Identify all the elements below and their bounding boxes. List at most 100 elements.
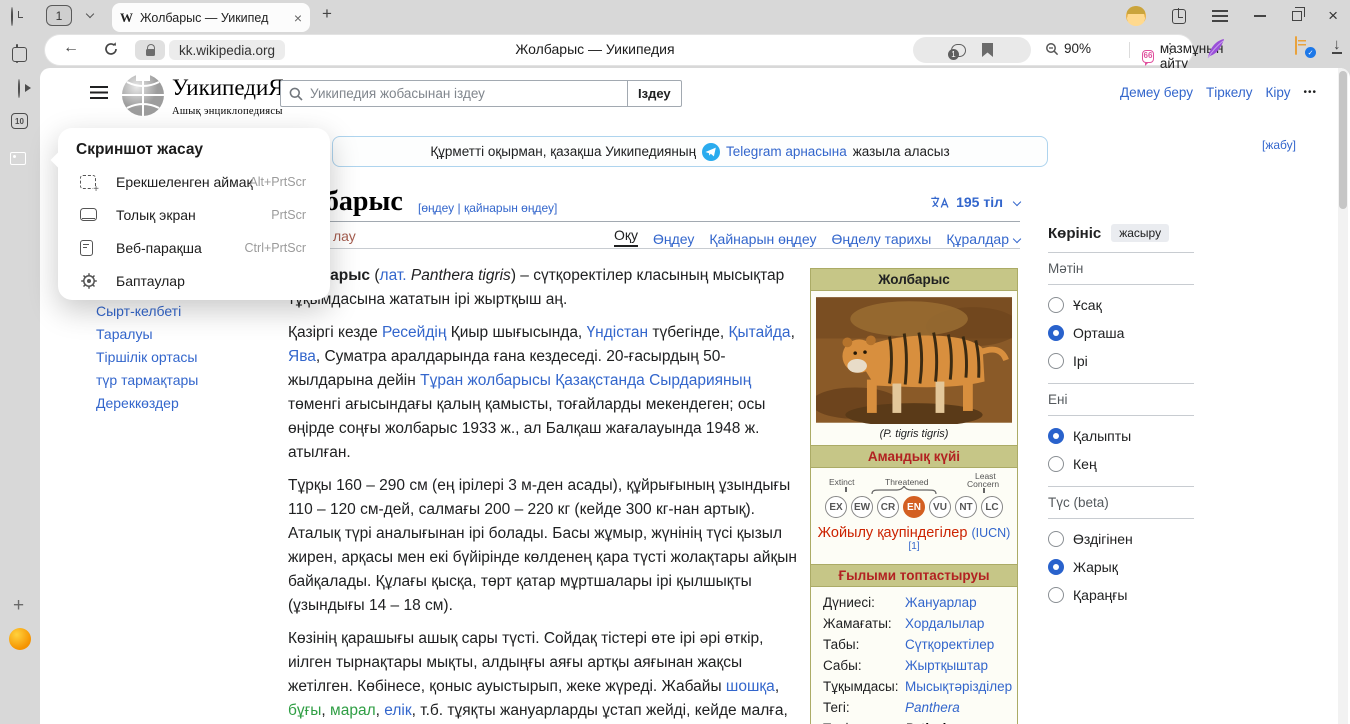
- status-text[interactable]: Жойылу қаупіндегілер: [818, 525, 968, 541]
- tab-counter-button[interactable]: 1: [46, 5, 72, 26]
- tiger-photo[interactable]: [816, 296, 1012, 424]
- radio-icon[interactable]: [1048, 456, 1064, 472]
- taxon-link[interactable]: Panthera: [905, 697, 960, 718]
- toc-item[interactable]: Дереккөздер: [96, 392, 271, 414]
- radio-width-wide[interactable]: Кең: [1048, 456, 1194, 472]
- taxon-link[interactable]: Хордалылар: [905, 613, 984, 634]
- wiki-link[interactable]: Қытайда: [729, 324, 791, 341]
- wiki-menu-icon[interactable]: [90, 86, 108, 99]
- radio-text-small[interactable]: Ұсақ: [1048, 297, 1194, 313]
- reload-icon[interactable]: [103, 41, 119, 57]
- wiki-link[interactable]: елік: [384, 702, 411, 719]
- tabs-panel-icon[interactable]: [16, 44, 18, 63]
- toc-item[interactable]: Сырт-келбеті: [96, 300, 271, 322]
- minimize-button[interactable]: [1254, 15, 1266, 17]
- wiki-link[interactable]: Сырдарияның: [649, 372, 751, 389]
- wiki-link[interactable]: Ресейдің: [382, 324, 446, 341]
- scrollbar-thumb[interactable]: [1339, 71, 1347, 209]
- side-panels-icon[interactable]: [1172, 9, 1186, 24]
- telegram-channel-link[interactable]: Telegram арнасына: [726, 144, 847, 159]
- zoom-control[interactable]: 90%: [1045, 41, 1091, 56]
- wiki-link[interactable]: Үндістан: [587, 324, 649, 341]
- taxon-link[interactable]: Сүтқоректілер: [905, 634, 994, 655]
- wiki-search-box[interactable]: [280, 80, 628, 107]
- wiki-link[interactable]: Тұран жолбарысы: [420, 372, 551, 389]
- document-extension-icon[interactable]: ✓: [1295, 36, 1297, 55]
- history-icon[interactable]: [11, 7, 13, 26]
- radio-icon[interactable]: [1048, 531, 1064, 547]
- page-scrollbar[interactable]: [1338, 68, 1348, 724]
- taxon-link[interactable]: Жыртқыштар: [905, 655, 988, 676]
- wiki-link[interactable]: Қазақстанда: [555, 372, 645, 389]
- banner-close-link[interactable]: [жабу]: [1262, 138, 1296, 152]
- radio-width-standard[interactable]: Қалыпты: [1048, 428, 1194, 444]
- iucn-link[interactable]: (IUCN): [971, 526, 1010, 540]
- radio-icon[interactable]: [1048, 297, 1064, 313]
- tab-edit[interactable]: Өңдеу: [653, 231, 694, 247]
- radio-icon[interactable]: [1048, 325, 1064, 341]
- video-service-icon[interactable]: [18, 79, 20, 98]
- wiki-link[interactable]: лат.: [380, 267, 407, 284]
- restore-window-button[interactable]: [1292, 11, 1302, 21]
- hidden-link-fragment[interactable]: лау: [333, 228, 356, 244]
- radio-icon[interactable]: [1048, 587, 1064, 603]
- title-edit-links[interactable]: [өңдеу | қайнарын өңдеу]: [418, 201, 557, 215]
- header-more-icon[interactable]: •••: [1303, 87, 1317, 98]
- browser-menu-icon[interactable]: [1212, 10, 1228, 22]
- wikipedia-globe-logo[interactable]: [120, 72, 166, 118]
- radio-text-large[interactable]: Ірі: [1048, 353, 1194, 369]
- downloads-icon[interactable]: ↓: [1332, 37, 1342, 54]
- menu-item-capture-area[interactable]: Ерекшеленген аймақ Alt+PrtScr: [58, 165, 330, 198]
- radio-icon[interactable]: [1048, 559, 1064, 575]
- address-bar-more-icon[interactable]: ⋮: [1163, 40, 1177, 57]
- toc-item[interactable]: Таралуы: [96, 323, 271, 345]
- yandex-service-icon[interactable]: [9, 628, 31, 650]
- iucn-badge-nt: NT: [955, 496, 977, 518]
- wiki-link[interactable]: бұғы: [288, 702, 321, 719]
- tab-edit-source[interactable]: Қайнарын өңдеу: [709, 231, 816, 247]
- wiki-link[interactable]: шошқа: [726, 678, 775, 695]
- menu-item-web-page[interactable]: Веб-парақша Ctrl+PrtScr: [58, 231, 330, 264]
- wiki-link[interactable]: марал: [330, 702, 376, 719]
- new-tab-button[interactable]: +: [322, 4, 332, 24]
- menu-item-settings[interactable]: Баптаулар: [58, 264, 330, 297]
- register-link[interactable]: Тіркелу: [1206, 85, 1253, 100]
- profile-avatar[interactable]: [1126, 6, 1146, 26]
- url-domain[interactable]: kk.wikipedia.org: [169, 40, 285, 60]
- back-icon[interactable]: ←: [63, 39, 79, 57]
- language-selector[interactable]: 195 тіл: [930, 194, 1020, 210]
- wiki-link[interactable]: Ява: [288, 348, 316, 365]
- tab-counter-chevron-icon[interactable]: [86, 10, 94, 18]
- add-panel-button[interactable]: +: [13, 595, 24, 617]
- menu-item-full-screen[interactable]: Толық экран PrtScr: [58, 198, 330, 231]
- close-window-button[interactable]: ×: [1328, 6, 1338, 26]
- site-security-chip[interactable]: [135, 40, 165, 60]
- tab-tools[interactable]: Құралдар: [946, 231, 1020, 247]
- radio-icon[interactable]: [1048, 353, 1064, 369]
- radio-icon[interactable]: [1048, 428, 1064, 444]
- bookmark-icon[interactable]: [982, 43, 993, 57]
- calendar-icon[interactable]: 10: [11, 113, 28, 129]
- wikipedia-wordmark[interactable]: УикипедиЯ Ашық энциклопедиясы: [172, 76, 284, 124]
- radio-color-dark[interactable]: Қараңғы: [1048, 587, 1194, 603]
- taxon-link[interactable]: Мысықтәрізділер: [905, 676, 1012, 697]
- tab-close-icon[interactable]: ×: [294, 10, 302, 26]
- taxon-link[interactable]: Жануарлар: [905, 592, 977, 613]
- tab-history[interactable]: Өңделу тарихы: [831, 231, 931, 247]
- tab-read[interactable]: Оқу: [614, 227, 638, 247]
- login-link[interactable]: Кіру: [1265, 85, 1290, 100]
- appearance-hide-button[interactable]: жасыру: [1111, 224, 1169, 242]
- search-input[interactable]: [310, 86, 619, 101]
- address-bar[interactable]: ← kk.wikipedia.org Жолбарыс — Уикипедия …: [45, 35, 1193, 65]
- reference-1[interactable]: [1]: [908, 541, 919, 552]
- search-button[interactable]: Іздеу: [627, 80, 682, 107]
- radio-text-medium[interactable]: Орташа: [1048, 325, 1194, 341]
- radio-color-auto[interactable]: Өздігінен: [1048, 531, 1194, 547]
- toc-item[interactable]: Тіршілік ортасы: [96, 346, 271, 368]
- comments-icon[interactable]: 1: [951, 44, 966, 57]
- toc-item[interactable]: түр тармақтары: [96, 369, 271, 391]
- browser-tab[interactable]: W Жолбарыс — Уикипед ×: [112, 3, 310, 32]
- extension-feather-icon[interactable]: [1205, 37, 1227, 61]
- donate-link[interactable]: Демеу беру: [1120, 85, 1193, 100]
- radio-color-light[interactable]: Жарық: [1048, 559, 1194, 575]
